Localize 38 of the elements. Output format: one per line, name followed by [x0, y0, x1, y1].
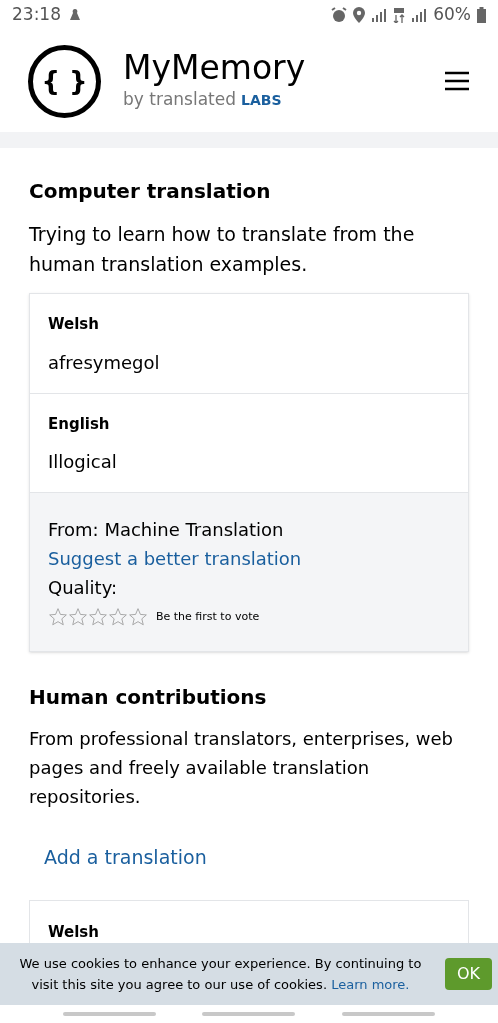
battery-percentage: 60%	[433, 3, 471, 27]
battery-icon	[477, 7, 486, 23]
logo-icon[interactable]: { }	[28, 44, 101, 118]
star-icon[interactable]	[88, 606, 108, 627]
star-icon[interactable]	[68, 606, 88, 627]
location-icon	[353, 7, 366, 23]
nav-handle[interactable]	[63, 1012, 157, 1016]
section-heading: Human contributions	[29, 684, 268, 711]
translation-text: Illogical	[48, 450, 118, 474]
add-translation-link[interactable]: Add a translation	[44, 843, 469, 872]
ok-button[interactable]: OK	[444, 958, 492, 990]
alarm-icon	[331, 7, 348, 23]
status-time: 23:18	[12, 3, 61, 27]
translation-text: afresymegol	[48, 350, 161, 375]
star-icon[interactable]	[108, 606, 128, 627]
site-subtitle: by translated	[123, 88, 236, 112]
signal-icon	[371, 8, 388, 22]
vote-note: Be the first to vote	[156, 609, 260, 625]
section-heading: Computer translation	[29, 178, 272, 205]
menu-icon[interactable]	[444, 71, 470, 91]
learn-more-link[interactable]: Learn more.	[331, 977, 410, 992]
language-label: English	[48, 413, 111, 435]
suggest-link[interactable]: Suggest a better translation	[48, 544, 450, 573]
translation-source: From: Machine Translation	[48, 518, 285, 542]
signal-icon	[411, 8, 428, 22]
nav-handle[interactable]	[202, 1012, 296, 1016]
section-description: From professional translators, enterprises, web pages and freely available translation repositories.	[29, 727, 455, 809]
nav-handle[interactable]	[341, 1012, 435, 1016]
cookie-message: We use cookies to enhance your experience. By continuing to visit this site you agree to our use of cookies. Learn more.	[18, 955, 423, 994]
brand-label: LABS	[241, 91, 282, 111]
site-title: MyMemory	[123, 49, 306, 88]
language-label: Welsh	[48, 921, 100, 943]
star-rating[interactable]	[48, 606, 148, 627]
section-description: Trying to learn how to translate from the human translation examples.	[29, 222, 416, 277]
language-label: Welsh	[48, 314, 100, 335]
star-icon[interactable]	[48, 606, 68, 627]
star-icon[interactable]	[128, 606, 148, 627]
quality-label: Quality:	[48, 576, 119, 600]
